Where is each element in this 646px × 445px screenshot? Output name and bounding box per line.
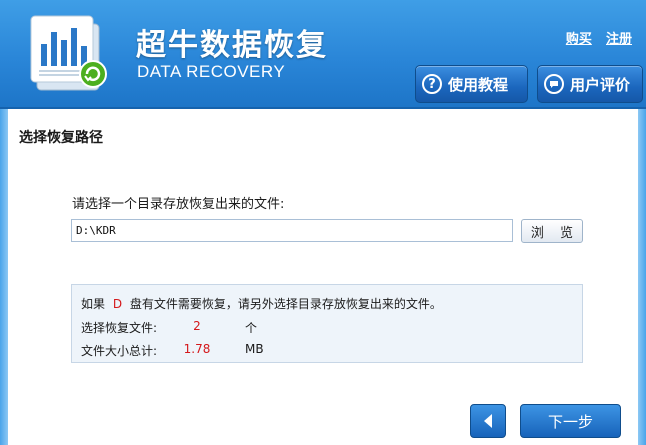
app-subtitle: DATA RECOVERY: [137, 62, 286, 81]
app-logo-icon: [30, 15, 107, 91]
size-label: 文件大小总计:: [81, 344, 158, 358]
header-divider: [0, 107, 646, 109]
chat-icon: [544, 74, 564, 94]
info-box: 如果 D 盘有文件需要恢复，请另外选择目录存放恢复出来的文件。 选择恢复文件: …: [71, 284, 583, 363]
tutorial-button[interactable]: ? 使用教程: [415, 65, 528, 103]
tutorial-label: 使用教程: [448, 75, 509, 94]
info-suffix: 盘有文件需要恢复，请另外选择目录存放恢复出来的文件。: [129, 297, 442, 311]
path-prompt: 请选择一个目录存放恢复出来的文件:: [72, 197, 285, 212]
size-row: 文件大小总计:: [81, 342, 157, 359]
right-border: [638, 109, 646, 445]
size-value: 1.78: [183, 342, 211, 356]
size-unit: MB: [245, 342, 264, 356]
register-link[interactable]: 注册: [606, 32, 632, 47]
app-title: 超牛数据恢复: [136, 28, 328, 63]
info-prefix: 如果: [81, 297, 106, 311]
info-message: 如果 D 盘有文件需要恢复，请另外选择目录存放恢复出来的文件。: [81, 295, 442, 312]
review-button[interactable]: 用户评价: [537, 65, 643, 103]
files-label: 选择恢复文件:: [81, 321, 158, 335]
review-label: 用户评价: [570, 75, 631, 94]
files-count: 2: [193, 319, 201, 333]
section-title: 选择恢复路径: [19, 130, 103, 146]
left-border: [0, 109, 8, 445]
back-button[interactable]: [470, 404, 506, 438]
buy-link[interactable]: 购买: [566, 32, 592, 47]
browse-button[interactable]: 浏 览: [521, 219, 583, 243]
app-header: 超牛数据恢复 DATA RECOVERY 购买 注册 ? 使用教程 用户评价: [0, 0, 646, 107]
path-input[interactable]: [71, 219, 513, 242]
top-links: 购买 注册: [556, 28, 632, 47]
files-row: 选择恢复文件:: [81, 319, 157, 336]
files-unit: 个: [245, 321, 258, 335]
next-button[interactable]: 下一步: [520, 404, 621, 438]
help-icon: ?: [422, 74, 442, 94]
back-arrow-icon: [484, 414, 492, 428]
drive-letter: D: [112, 297, 123, 311]
